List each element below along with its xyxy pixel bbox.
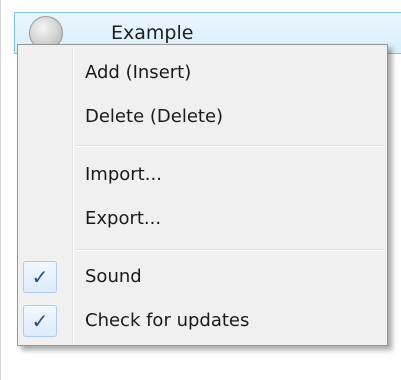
menu-item-check-for-updates[interactable]: ✓ Check for updates [20,299,385,343]
list-item-label: Example [111,22,194,44]
menu-item-label: Export... [85,208,162,229]
menu-separator [75,249,383,251]
context-menu: Add (Insert) Delete (Delete) Import... E… [17,44,388,346]
check-icon: ✓ [31,309,49,333]
menu-item-label: Import... [85,164,162,185]
menu-item-label: Delete (Delete) [85,106,224,127]
menu-item-import[interactable]: Import... [20,153,385,197]
menu-separator [75,145,383,147]
menu-item-sound[interactable]: ✓ Sound [20,255,385,299]
menu-item-label: Add (Insert) [85,62,192,83]
check-icon: ✓ [31,265,49,289]
menu-item-export[interactable]: Export... [20,197,385,241]
check-mark-box: ✓ [23,261,57,293]
menu-item-delete[interactable]: Delete (Delete) [20,95,385,139]
check-mark-box: ✓ [23,305,57,337]
app-stage: Example Add (Insert) Delete (Delete) Imp… [0,0,401,380]
menu-item-label: Check for updates [85,310,250,331]
menu-item-add[interactable]: Add (Insert) [20,51,385,95]
menu-item-label: Sound [85,266,142,287]
